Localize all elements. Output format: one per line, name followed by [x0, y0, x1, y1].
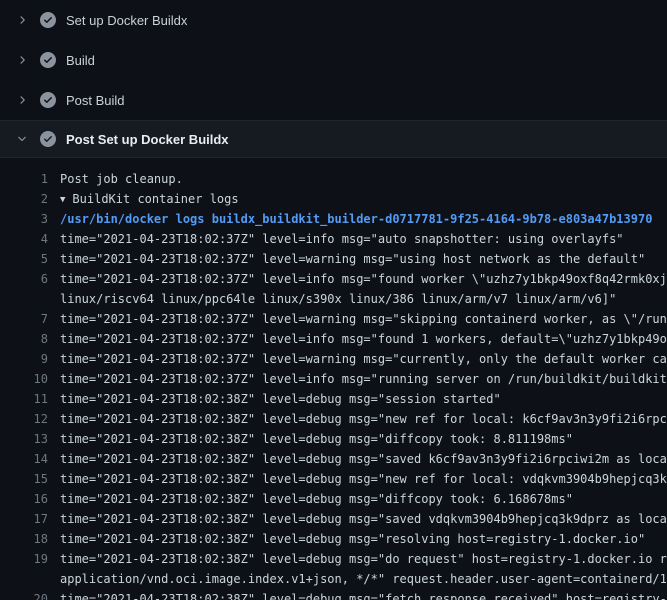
- line-number[interactable]: 7: [0, 309, 48, 329]
- line-text: time="2021-04-23T18:02:37Z" level=warnin…: [48, 309, 667, 329]
- chevron-right-icon: [14, 12, 30, 28]
- line-number[interactable]: 5: [0, 249, 48, 269]
- step-label: Post Set up Docker Buildx: [66, 132, 229, 147]
- log-line: 3/usr/bin/docker logs buildx_buildkit_bu…: [0, 209, 667, 229]
- check-circle-icon: [40, 92, 56, 108]
- line-number: [0, 569, 48, 589]
- step-label: Set up Docker Buildx: [66, 13, 187, 28]
- line-number[interactable]: 6: [0, 269, 48, 289]
- group-title[interactable]: ▼BuildKit container logs: [48, 189, 667, 209]
- line-text: time="2021-04-23T18:02:38Z" level=debug …: [48, 469, 667, 489]
- log-line: 10time="2021-04-23T18:02:37Z" level=info…: [0, 369, 667, 389]
- line-text: time="2021-04-23T18:02:38Z" level=debug …: [48, 529, 667, 549]
- log-line: 11time="2021-04-23T18:02:38Z" level=debu…: [0, 389, 667, 409]
- check-circle-icon: [40, 131, 56, 147]
- line-text: time="2021-04-23T18:02:38Z" level=debug …: [48, 589, 667, 600]
- command-text: /usr/bin/docker logs buildx_buildkit_bui…: [48, 209, 667, 229]
- line-text: time="2021-04-23T18:02:37Z" level=info m…: [48, 229, 667, 249]
- line-number[interactable]: 17: [0, 509, 48, 529]
- step-build[interactable]: Build: [0, 40, 667, 80]
- line-number[interactable]: 15: [0, 469, 48, 489]
- log-line: 17time="2021-04-23T18:02:38Z" level=debu…: [0, 509, 667, 529]
- log-line-continuation: application/vnd.oci.image.index.v1+json,…: [0, 569, 667, 589]
- line-number[interactable]: 9: [0, 349, 48, 369]
- line-number[interactable]: 11: [0, 389, 48, 409]
- line-number[interactable]: 18: [0, 529, 48, 549]
- line-text: linux/riscv64 linux/ppc64le linux/s390x …: [48, 289, 667, 309]
- step-set-up-docker-buildx[interactable]: Set up Docker Buildx: [0, 0, 667, 40]
- step-label: Post Build: [66, 93, 125, 108]
- log-line: 5time="2021-04-23T18:02:37Z" level=warni…: [0, 249, 667, 269]
- log-line: 2▼BuildKit container logs: [0, 189, 667, 209]
- log-line: 19time="2021-04-23T18:02:38Z" level=debu…: [0, 549, 667, 569]
- line-text: time="2021-04-23T18:02:37Z" level=warnin…: [48, 249, 667, 269]
- line-number[interactable]: 4: [0, 229, 48, 249]
- line-number[interactable]: 1: [0, 169, 48, 189]
- log-line-continuation: linux/riscv64 linux/ppc64le linux/s390x …: [0, 289, 667, 309]
- line-text: time="2021-04-23T18:02:38Z" level=debug …: [48, 489, 667, 509]
- line-text: time="2021-04-23T18:02:38Z" level=debug …: [48, 549, 667, 569]
- log-line: 4time="2021-04-23T18:02:37Z" level=info …: [0, 229, 667, 249]
- chevron-right-icon: [14, 92, 30, 108]
- check-circle-icon: [40, 12, 56, 28]
- steps-list: Set up Docker Buildx Build Post Build Po…: [0, 0, 667, 158]
- line-text: time="2021-04-23T18:02:38Z" level=debug …: [48, 409, 667, 429]
- chevron-down-icon: [14, 131, 30, 147]
- line-number[interactable]: 20: [0, 589, 48, 600]
- line-number[interactable]: 12: [0, 409, 48, 429]
- log-line: 18time="2021-04-23T18:02:38Z" level=debu…: [0, 529, 667, 549]
- line-number[interactable]: 10: [0, 369, 48, 389]
- log-line: 7time="2021-04-23T18:02:37Z" level=warni…: [0, 309, 667, 329]
- line-number[interactable]: 14: [0, 449, 48, 469]
- log-line: 13time="2021-04-23T18:02:38Z" level=debu…: [0, 429, 667, 449]
- log-line: 14time="2021-04-23T18:02:38Z" level=debu…: [0, 449, 667, 469]
- line-text: time="2021-04-23T18:02:37Z" level=warnin…: [48, 349, 667, 369]
- line-text: time="2021-04-23T18:02:37Z" level=info m…: [48, 329, 667, 349]
- line-number: [0, 289, 48, 309]
- line-number[interactable]: 3: [0, 209, 48, 229]
- line-number[interactable]: 16: [0, 489, 48, 509]
- line-text: time="2021-04-23T18:02:37Z" level=info m…: [48, 369, 667, 389]
- line-number[interactable]: 13: [0, 429, 48, 449]
- line-text: time="2021-04-23T18:02:38Z" level=debug …: [48, 449, 667, 469]
- step-post-set-up-docker-buildx[interactable]: Post Set up Docker Buildx: [0, 120, 667, 158]
- line-text: Post job cleanup.: [48, 169, 667, 189]
- log-line: 12time="2021-04-23T18:02:38Z" level=debu…: [0, 409, 667, 429]
- chevron-right-icon: [14, 52, 30, 68]
- step-post-build[interactable]: Post Build: [0, 80, 667, 120]
- check-circle-icon: [40, 52, 56, 68]
- step-label: Build: [66, 53, 95, 68]
- log-line: 1Post job cleanup.: [0, 169, 667, 189]
- line-number[interactable]: 19: [0, 549, 48, 569]
- line-number[interactable]: 2: [0, 189, 48, 209]
- line-text: application/vnd.oci.image.index.v1+json,…: [48, 569, 667, 589]
- line-text: time="2021-04-23T18:02:38Z" level=debug …: [48, 389, 667, 409]
- log-line: 20time="2021-04-23T18:02:38Z" level=debu…: [0, 589, 667, 600]
- line-text: time="2021-04-23T18:02:38Z" level=debug …: [48, 509, 667, 529]
- log-line: 16time="2021-04-23T18:02:38Z" level=debu…: [0, 489, 667, 509]
- log-output: 1Post job cleanup.2▼BuildKit container l…: [0, 158, 667, 600]
- line-text: time="2021-04-23T18:02:38Z" level=debug …: [48, 429, 667, 449]
- group-expanded-icon[interactable]: ▼: [60, 190, 65, 209]
- line-number[interactable]: 8: [0, 329, 48, 349]
- log-line: 15time="2021-04-23T18:02:38Z" level=debu…: [0, 469, 667, 489]
- log-line: 8time="2021-04-23T18:02:37Z" level=info …: [0, 329, 667, 349]
- line-text: time="2021-04-23T18:02:37Z" level=info m…: [48, 269, 667, 289]
- log-line: 6time="2021-04-23T18:02:37Z" level=info …: [0, 269, 667, 289]
- log-line: 9time="2021-04-23T18:02:37Z" level=warni…: [0, 349, 667, 369]
